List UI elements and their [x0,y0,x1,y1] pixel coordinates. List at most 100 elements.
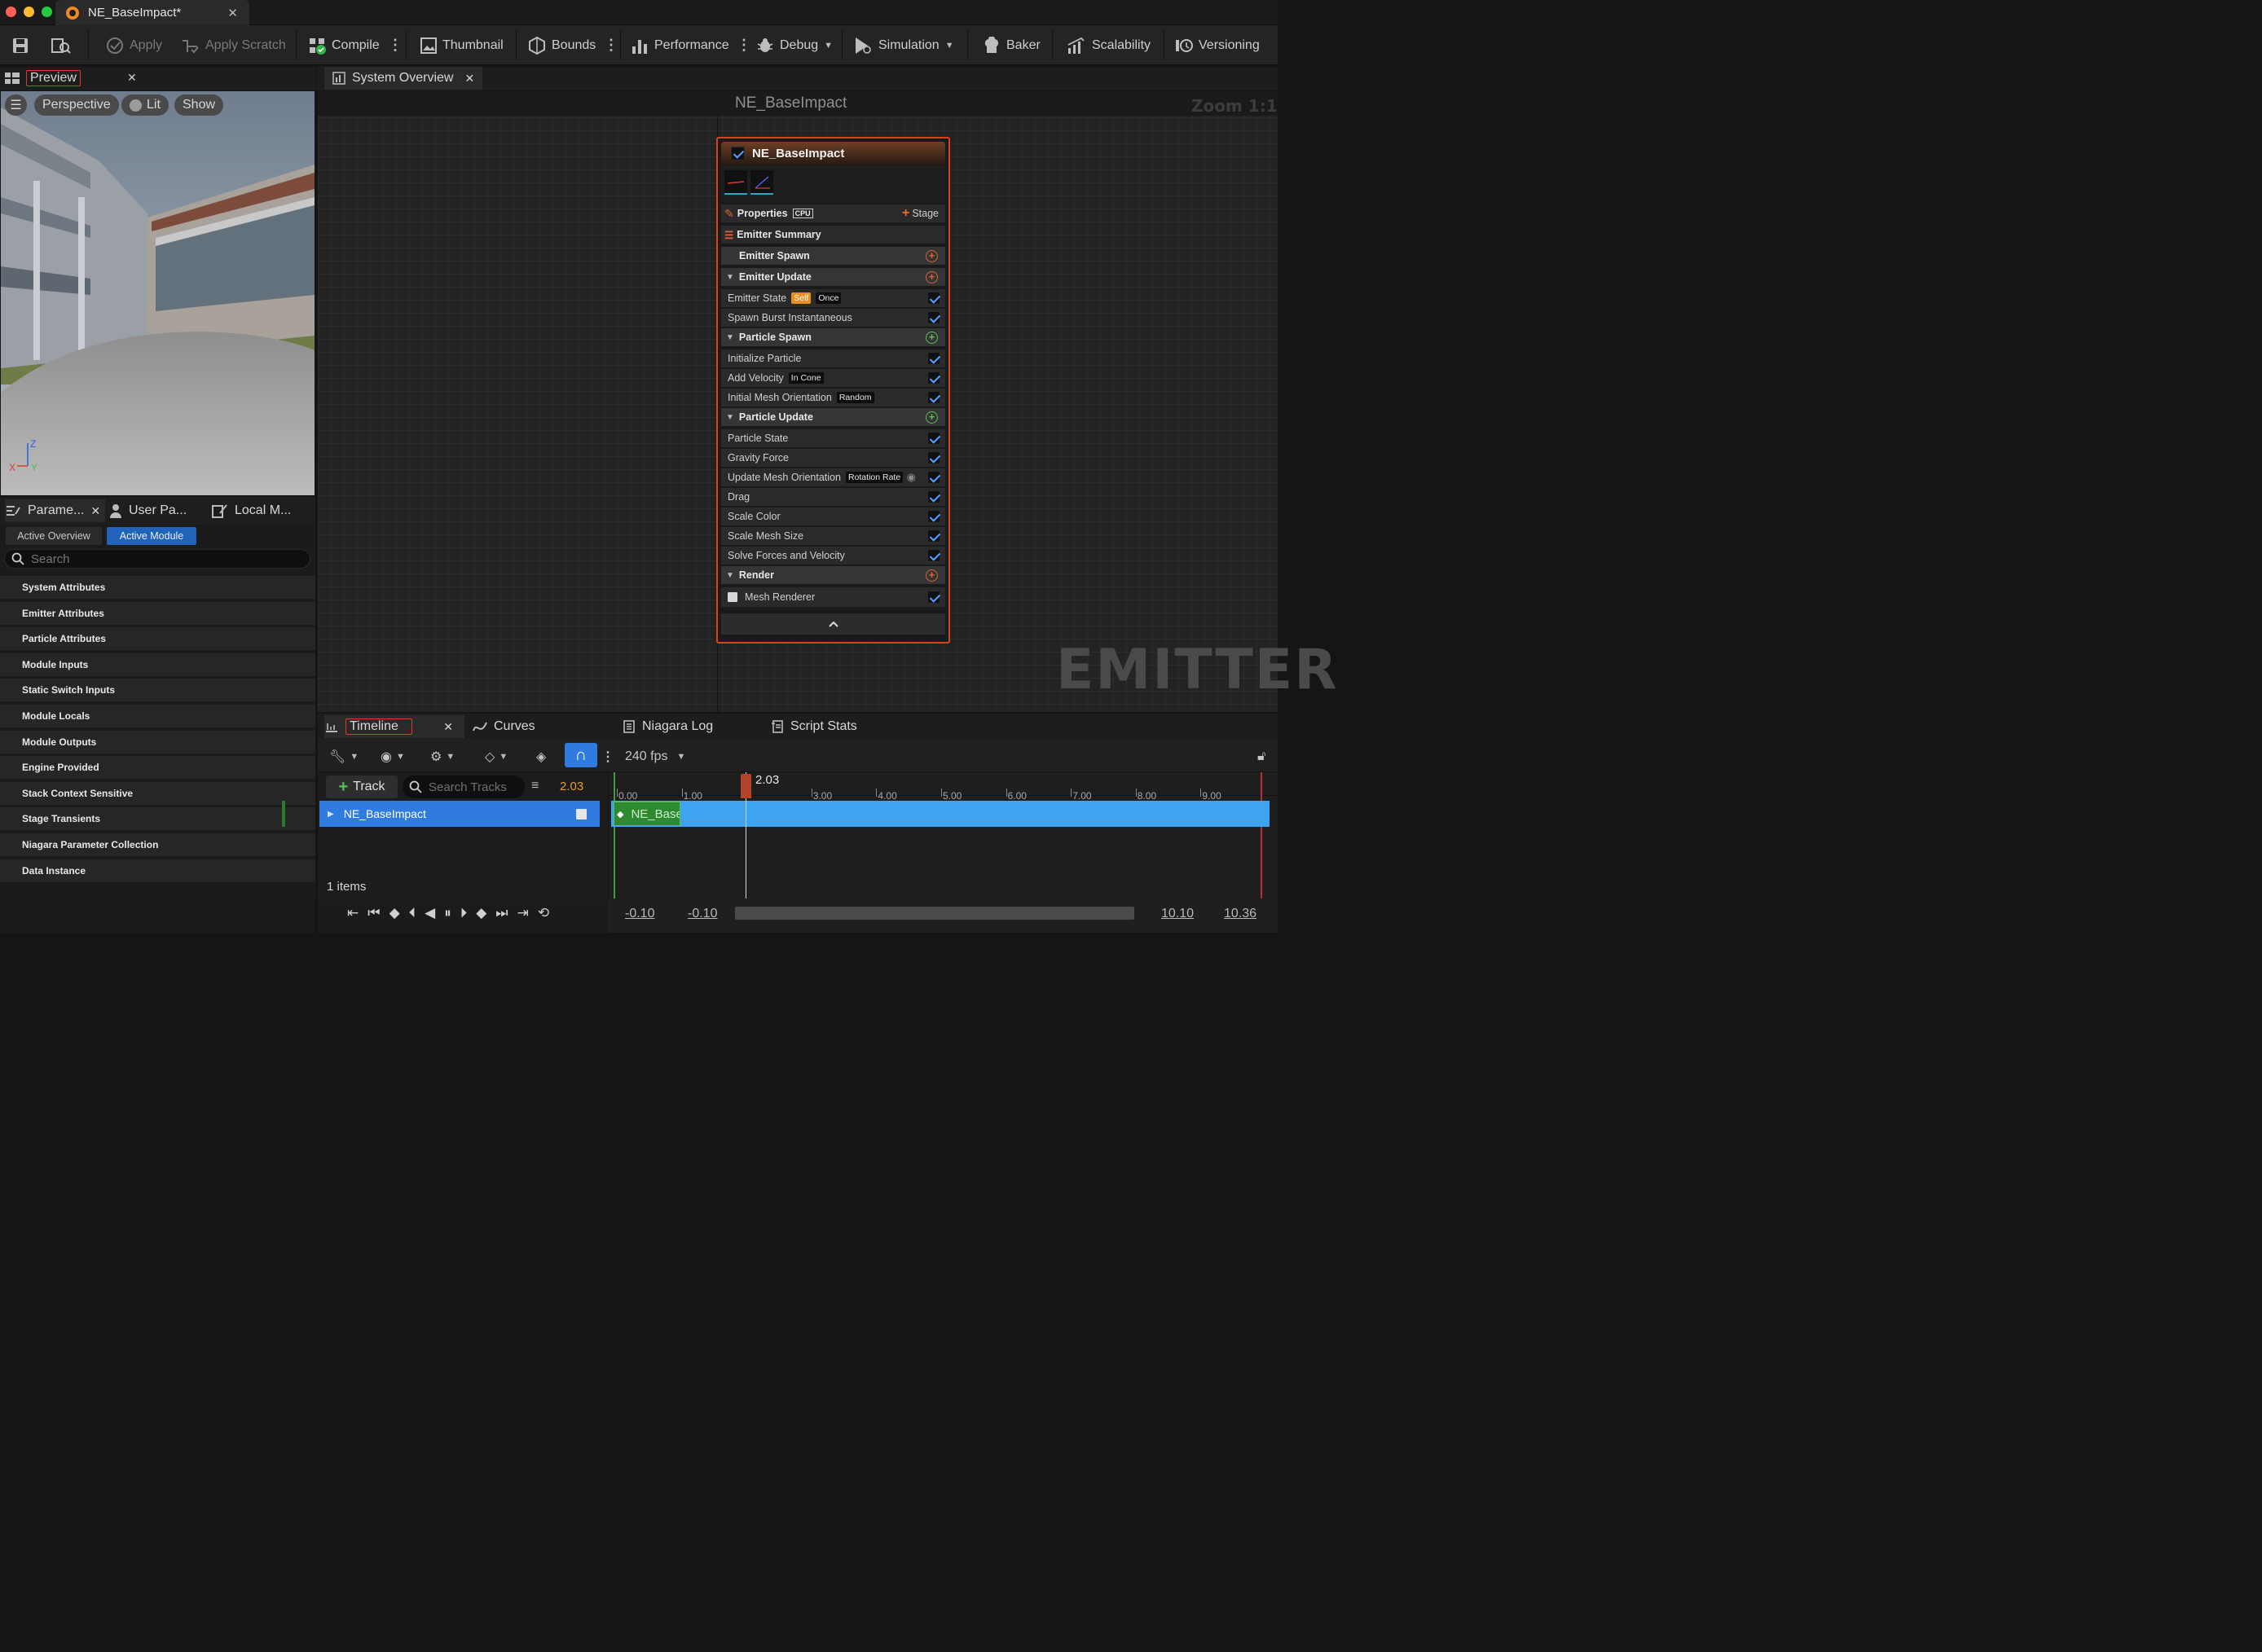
initial-mesh-orientation-enabled-checkbox[interactable] [927,391,940,404]
update-mesh-orientation-enabled-checkbox[interactable] [927,471,940,484]
module-initialize-particle[interactable]: Initialize Particle [721,349,945,369]
parameter-category-row[interactable]: Module Locals [0,705,315,729]
add-track-button[interactable]: + Track [326,775,398,798]
collapse-arrow-icon[interactable]: ▼ [726,333,734,342]
collapse-arrow-icon[interactable]: ▼ [726,273,734,282]
active-module-toggle[interactable]: Active Module [107,527,196,545]
parameter-category-row[interactable]: Module Inputs [0,652,315,678]
mesh-renderer-enabled-checkbox[interactable] [927,591,940,604]
performance-options-icon[interactable]: ⋮ [737,25,751,65]
tab-system-overview[interactable]: System Overview ✕ [324,67,483,90]
close-timeline-tab-icon[interactable]: ✕ [443,720,453,734]
parameter-category-row[interactable]: Data Instance [0,859,315,884]
snap-options-icon[interactable]: ⋮ [601,747,614,767]
scale-color-enabled-checkbox[interactable] [927,510,940,523]
timeline-area[interactable]: 0.00 1.00 3.00 4.00 5.00 6.00 7.00 8.00 9.00 ◆ N… [609,772,1278,900]
eye-icon[interactable]: ◉ [907,471,916,484]
tab-parameters[interactable]: Parame... ✕ [5,499,106,522]
parameter-category-row[interactable]: Emitter Attributes [0,601,315,626]
add-emitter-update-module-icon[interactable]: + [926,270,938,283]
collapse-node-button[interactable] [721,613,945,636]
module-initial-mesh-orientation[interactable]: Initial Mesh Orientation Random [721,389,945,408]
view-range-end[interactable]: 10.36 [1224,907,1256,921]
emitter-spawn-row[interactable]: Emitter Spawn + [721,247,945,266]
parameter-category-row[interactable]: Module Outputs [0,730,315,755]
compile-button[interactable]: Compile [308,25,380,65]
document-tab[interactable]: NE_BaseImpact* ✕ [55,0,249,25]
step-back-icon[interactable]: ⏴ [409,905,416,921]
emitter-thumbnail-1[interactable] [724,170,747,195]
collapse-arrow-icon[interactable]: ▼ [726,571,734,580]
browse-button[interactable] [51,25,72,65]
preview-viewport[interactable]: Z X Y [1,91,315,495]
module-gravity-force[interactable]: Gravity Force [721,449,945,468]
view-range-start[interactable]: -0.10 [625,907,654,921]
gravity-force-enabled-checkbox[interactable] [927,451,940,464]
module-solve-forces[interactable]: Solve Forces and Velocity [721,547,945,566]
timeline-tools-button[interactable]: 🔧︎ ▼ [329,747,359,767]
search-tracks-input[interactable]: Search Tracks [403,775,525,798]
close-tab-icon[interactable]: ✕ [227,6,238,20]
render-row[interactable]: ▼ Render + [721,566,945,586]
save-button[interactable] [11,25,29,65]
add-velocity-enabled-checkbox[interactable] [927,371,940,384]
scale-mesh-size-enabled-checkbox[interactable] [927,529,940,543]
properties-row[interactable]: ✎ Properties CPU + Stage [721,204,945,224]
lit-button[interactable]: Lit [121,94,169,116]
tab-script-stats[interactable]: Script Stats [771,715,857,738]
tab-local-modules[interactable]: Local M... [212,499,291,522]
play-reverse-icon[interactable]: ◀ [425,905,435,921]
parameter-category-row[interactable]: Static Switch Inputs [0,679,315,704]
timeline-range-scrollbar[interactable] [735,907,1134,920]
active-overview-toggle[interactable]: Active Overview [6,527,102,545]
debug-button[interactable]: Debug ▼ [756,25,833,65]
keyframe-options-button[interactable]: ◇ ▼ [485,747,508,767]
emitter-summary-row[interactable]: ☰ Emitter Summary [721,226,945,245]
bounds-button[interactable]: Bounds [528,25,596,65]
close-preview-tab-icon[interactable]: ✕ [127,71,137,85]
playhead-handle[interactable] [741,774,751,798]
previous-keyframe-icon[interactable]: ⏮ [367,905,380,921]
module-emitter-state[interactable]: Emitter State Self Once [721,289,945,309]
tab-preview[interactable]: Preview [5,67,81,90]
step-key-forward-icon[interactable]: ◆ [476,905,486,921]
parameter-category-row[interactable]: System Attributes [0,576,315,600]
parameters-search-input[interactable]: Search [4,549,310,569]
add-particle-update-module-icon[interactable]: + [926,411,938,424]
emitter-state-enabled-checkbox[interactable] [927,292,940,305]
close-system-overview-tab-icon[interactable]: ✕ [464,72,474,86]
jump-to-end-icon[interactable]: ⇥ [517,905,529,921]
auto-key-button[interactable]: ◈ [536,747,546,767]
end-marker[interactable] [1261,772,1262,898]
minimize-window-button[interactable] [24,7,34,17]
start-marker[interactable] [614,772,615,898]
track-row-ne-baseimpact[interactable]: ▶ NE_BaseImpact [319,801,600,827]
baker-button[interactable]: Baker [983,25,1041,65]
parameter-category-row[interactable]: Particle Attributes [0,627,315,652]
tab-niagara-log[interactable]: Niagara Log [623,715,713,738]
module-particle-state[interactable]: Particle State [721,429,945,449]
pause-icon[interactable]: ⏸ [444,905,451,921]
emitter-node-header[interactable]: NE_BaseImpact [721,142,945,165]
bounds-options-icon[interactable]: ⋮ [604,25,618,65]
emitter-node[interactable]: NE_BaseImpact ✎ Properties CPU + Stage ☰… [716,137,950,644]
simulation-button[interactable]: Simulation ▼ [853,25,954,65]
close-parameters-tab-icon[interactable]: ✕ [90,504,100,518]
expand-arrow-icon[interactable]: ▶ [328,810,334,819]
working-range-start[interactable]: -0.10 [688,907,717,921]
solve-forces-enabled-checkbox[interactable] [927,549,940,562]
drag-enabled-checkbox[interactable] [927,490,940,503]
snap-toggle-button[interactable]: ∩ [565,743,597,767]
apply-button[interactable]: Apply [106,25,162,65]
module-spawn-burst[interactable]: Spawn Burst Instantaneous [721,309,945,328]
initialize-particle-enabled-checkbox[interactable] [927,352,940,365]
tab-curves[interactable]: Curves [473,715,535,738]
timeline-view-button[interactable]: ◉ ▼ [381,747,405,767]
jump-to-start-icon[interactable]: ⇤ [347,905,359,921]
add-emitter-spawn-module-icon[interactable]: + [926,249,938,262]
lock-icon[interactable]: 🔓︎ [1257,747,1265,767]
module-drag[interactable]: Drag [721,488,945,507]
show-button[interactable]: Show [174,94,224,116]
fps-dropdown[interactable]: 240 fps ▼ [625,747,685,767]
emitter-update-row[interactable]: ▼ Emitter Update + [721,268,945,288]
